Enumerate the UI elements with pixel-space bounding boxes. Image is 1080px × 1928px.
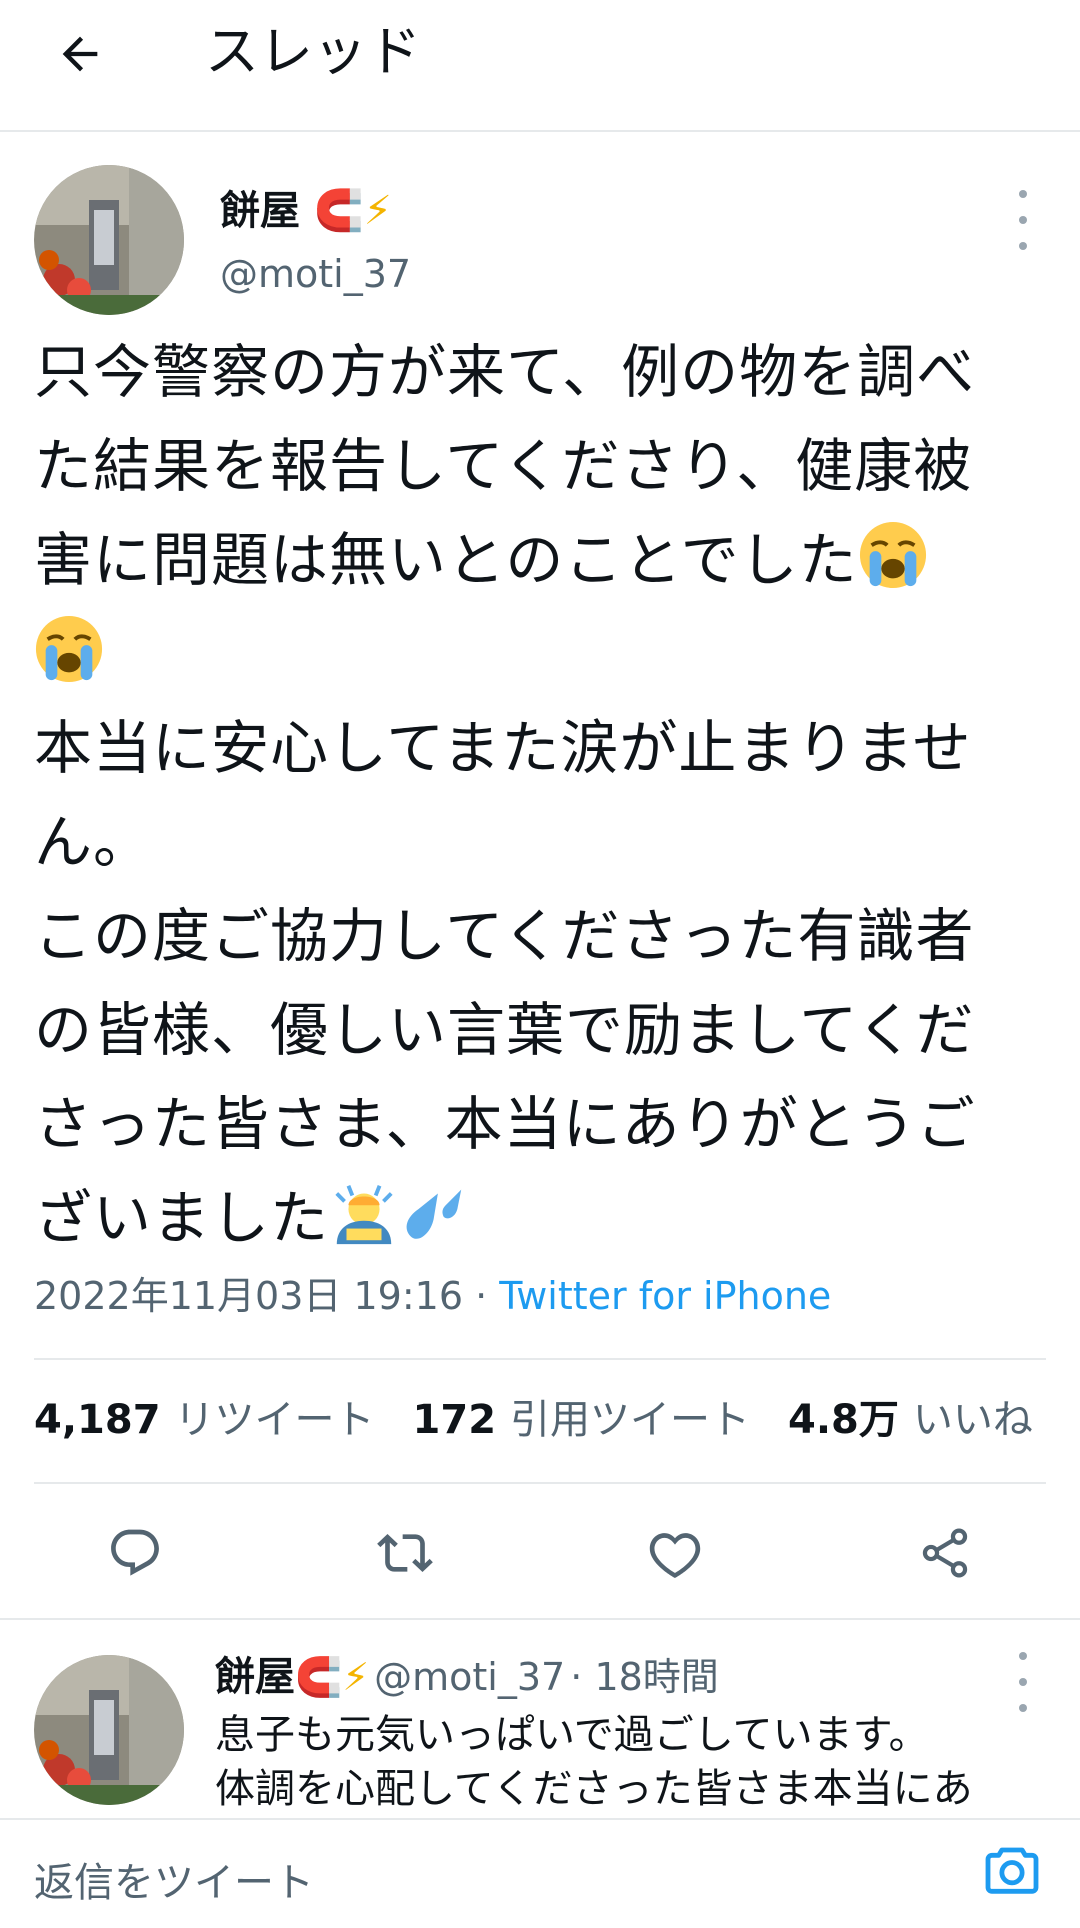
reply-icon [111, 1529, 159, 1576]
reply-line: 体調を心配してくださった皆さま本当にあ [215, 1766, 973, 1812]
reply-avatar[interactable] [34, 1655, 184, 1805]
tweet-line: 只今警察の方が来て、例の物を調べ [34, 338, 976, 406]
divider [34, 1358, 1046, 1360]
source-link[interactable]: Twitter for iPhone [499, 1274, 831, 1318]
reply-author-handle[interactable]: @moti_37 [374, 1655, 565, 1699]
tweet-text: 只今警察の方が来て、例の物を調べ た結果を報告してくださり、健康被 害に問題は無… [34, 325, 1044, 1265]
divider [0, 1618, 1080, 1620]
sweat-droplets-icon [406, 1189, 462, 1239]
reply-line: 息子も元気いっぱいで過ごしています。 [215, 1712, 929, 1758]
reply-input[interactable]: 返信をツイート [34, 1850, 314, 1908]
tweet-line: さった皆さま、本当にありがとうご [34, 1090, 976, 1158]
tweet-line [34, 607, 1044, 701]
top-bar: スレッド [0, 0, 1080, 132]
reply-text: 息子も元気いっぱいで過ごしています。 体調を心配してくださった皆さま本当にあ [215, 1708, 973, 1816]
retweet-icon [377, 1534, 433, 1572]
tweet-line: ん。 [34, 808, 153, 876]
reply-button[interactable] [100, 1518, 170, 1588]
divider [34, 1482, 1046, 1484]
tweet-stats: 4,187 リツイート 172 引用ツイート 4.8万 いいね [34, 1395, 1033, 1445]
tweet-line: た結果を報告してくださり、健康被 [34, 432, 973, 500]
avatar[interactable] [34, 165, 184, 315]
author-handle[interactable]: @moti_37 [220, 250, 411, 298]
crying-face-icon [859, 521, 926, 589]
like-button[interactable] [640, 1518, 710, 1588]
tweet-line: の皆様、優しい言葉で励ましてくだ [34, 996, 975, 1064]
like-icon [649, 1533, 701, 1578]
compose-bar: 返信をツイート [0, 1818, 1080, 1928]
likes-stat[interactable]: 4.8万 いいね [788, 1397, 1033, 1443]
more-icon[interactable] [1013, 190, 1033, 250]
back-button[interactable] [48, 22, 112, 86]
page-title: スレッド [205, 20, 421, 83]
tweet-line: 本当に安心してまた涙が止まりませ [34, 714, 972, 782]
reply-time[interactable]: · 18時間 [570, 1655, 719, 1699]
magnet-icon: 🧲 [313, 188, 364, 234]
magnet-icon: 🧲 [295, 1655, 343, 1699]
crying-face-icon [35, 615, 103, 683]
tweet-line: この度ご協力してくださった有識者 [34, 902, 975, 970]
retweet-button[interactable] [370, 1518, 440, 1588]
camera-button[interactable] [980, 1838, 1044, 1902]
share-button[interactable] [910, 1518, 980, 1588]
lightning-icon: ⚡ [363, 188, 392, 234]
person-bowing-icon [335, 1185, 393, 1245]
meta-separator: · [463, 1274, 500, 1318]
tweet-line: 害に問題は無いとのことでした [34, 513, 1044, 607]
reply-author-name[interactable]: 餅屋 [215, 1654, 295, 1700]
back-arrow-icon [62, 36, 98, 72]
timestamp[interactable]: 2022年11月03日 19:16 [34, 1274, 463, 1318]
tweet-line: ざいました [34, 1171, 1044, 1265]
quotes-stat[interactable]: 172 引用ツイート [413, 1397, 789, 1443]
lightning-icon: ⚡ [342, 1655, 370, 1699]
tweet-meta: 2022年11月03日 19:16 · Twitter for iPhone [34, 1272, 831, 1320]
reply-header: 餅屋🧲⚡ @moti_37 · 18時間 [215, 1652, 719, 1702]
retweets-stat[interactable]: 4,187 リツイート [34, 1397, 413, 1443]
share-icon [922, 1528, 968, 1578]
author-name[interactable]: 餅屋 🧲⚡ [220, 186, 392, 236]
camera-icon [985, 1847, 1039, 1894]
more-icon[interactable] [1013, 1652, 1033, 1712]
